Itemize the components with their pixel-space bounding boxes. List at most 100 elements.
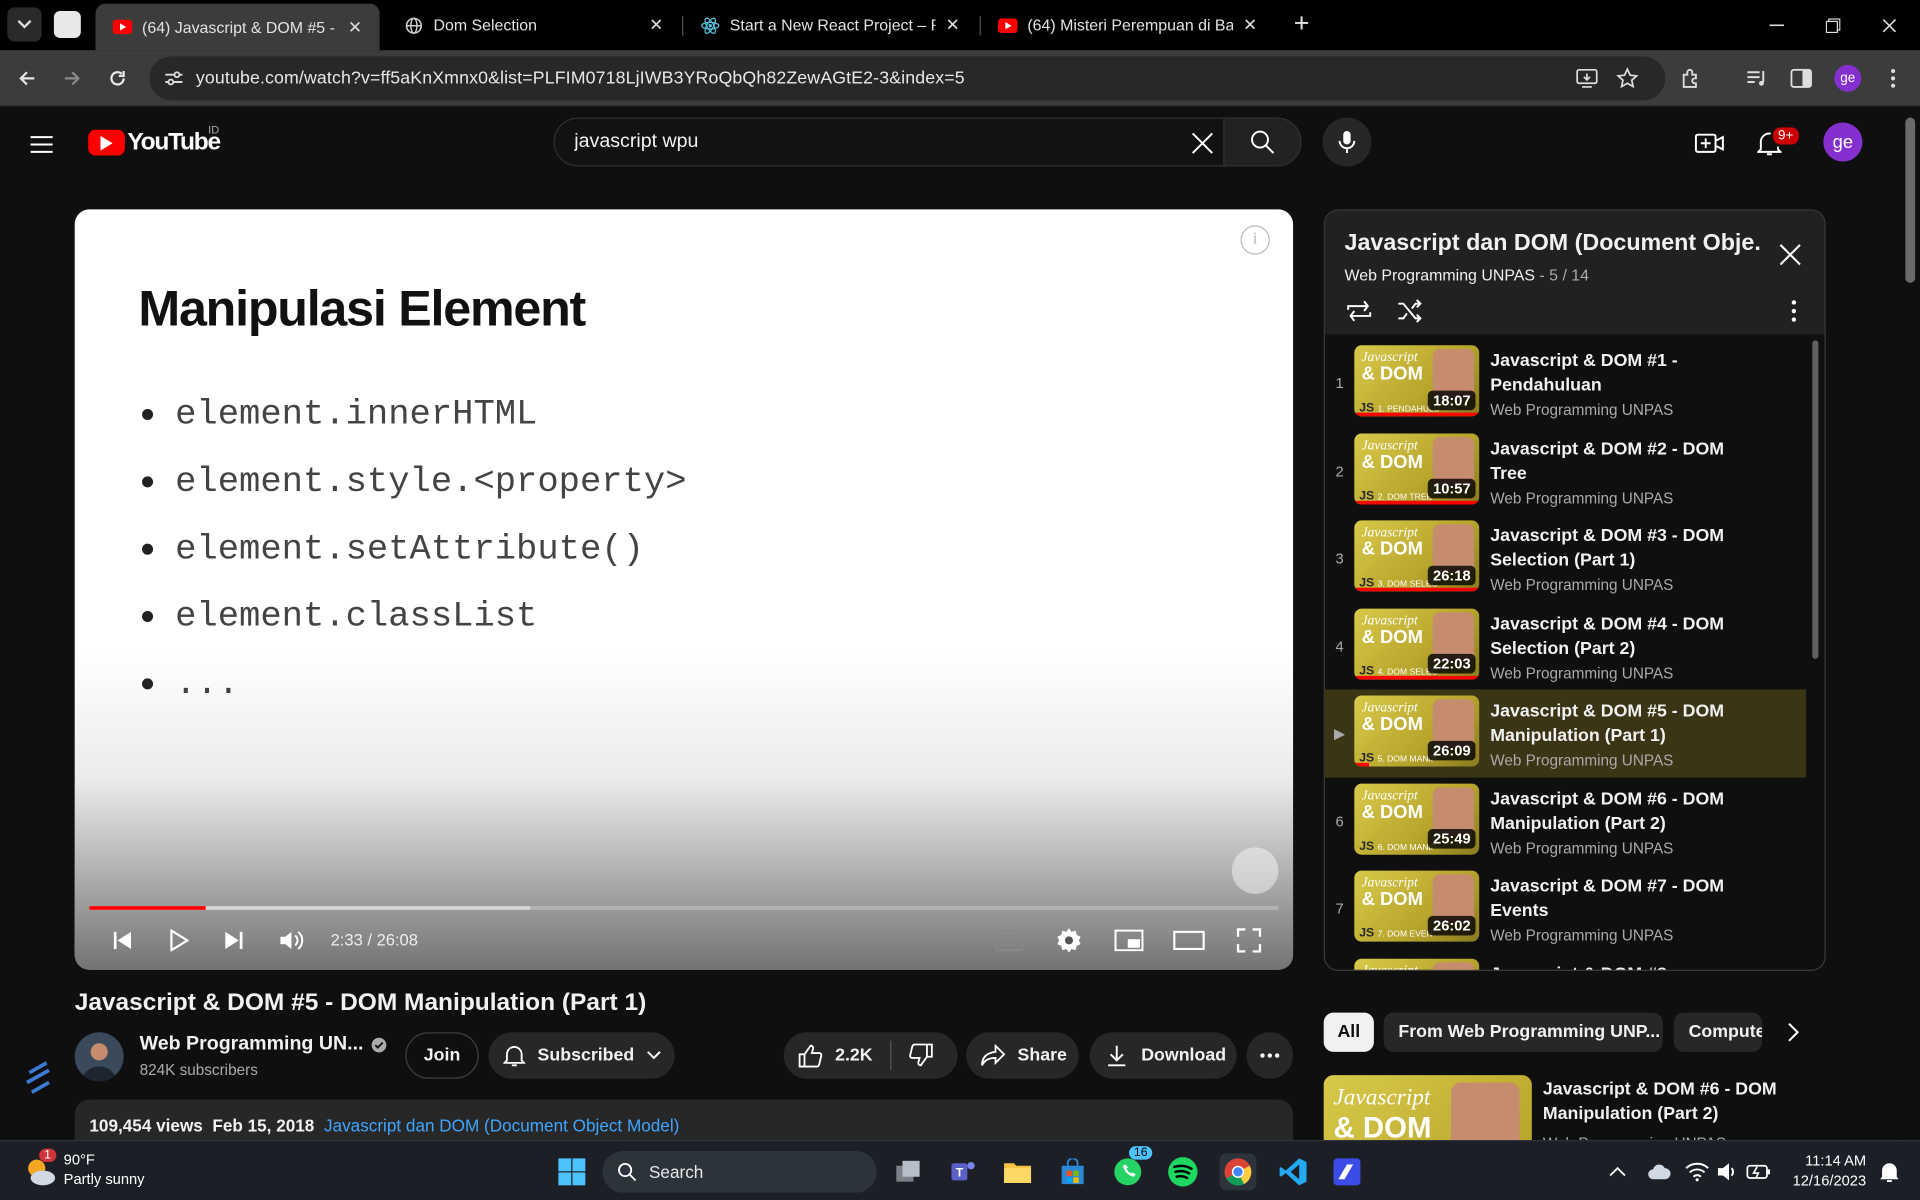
playlist-item[interactable]: 1 Javascript & DOM JS 1. PENDAHULU 18:07 Java… (1325, 339, 1806, 427)
task-view-icon[interactable] (890, 1153, 927, 1190)
playlist-item[interactable]: ▶ Javascript & DOM JS 5. DOM MANIP 26:09 Java… (1324, 689, 1807, 777)
back-button[interactable] (10, 61, 44, 95)
playlist-item[interactable]: 7 Javascript & DOM JS 7. DOM EVEN 26:02 Javas… (1325, 864, 1806, 952)
previous-video-button[interactable] (102, 922, 144, 959)
tab-react-docs[interactable]: Start a New React Project – Rea ✕ (683, 5, 977, 45)
browser-profile-avatar[interactable]: ge (1834, 64, 1862, 92)
chips-next-icon[interactable] (1778, 1020, 1807, 1044)
loop-playlist-icon[interactable] (1345, 296, 1374, 325)
floating-app-icon[interactable] (24, 1060, 53, 1094)
playlist-more-icon[interactable] (1779, 296, 1808, 325)
microsoft-store-icon[interactable] (1054, 1153, 1091, 1190)
recommended-thumbnail[interactable]: Javascript & DOM (1323, 1075, 1532, 1149)
youtube-logo[interactable]: YouTube ID (88, 124, 221, 157)
media-control-icon[interactable] (1740, 61, 1774, 95)
slide-title: Manipulasi Element (138, 280, 586, 337)
forward-button[interactable] (55, 61, 89, 95)
weather-widget[interactable]: 90°F Partly sunny (64, 1150, 145, 1189)
join-button[interactable]: Join (405, 1032, 479, 1079)
next-video-button[interactable] (213, 922, 255, 959)
chrome-menu-icon[interactable] (1876, 61, 1910, 95)
video-duration: 18:07 (1428, 390, 1476, 411)
chrome-taskbar-icon[interactable] (1219, 1153, 1257, 1191)
windows-start-icon[interactable] (553, 1153, 590, 1190)
playlist-title[interactable]: Javascript dan DOM (Document Obje... (1345, 230, 1761, 257)
search-input[interactable] (574, 131, 1163, 154)
play-button[interactable] (158, 922, 200, 959)
chip-from-channel[interactable]: From Web Programming UNP... (1383, 1012, 1663, 1052)
video-player[interactable]: Manipulasi Element element.innerHTML ele… (74, 209, 1294, 970)
power-automate-icon[interactable] (1329, 1153, 1366, 1190)
progress-bar[interactable] (89, 906, 1279, 910)
chip-all[interactable]: All (1323, 1012, 1374, 1052)
page-scrollbar[interactable] (1900, 107, 1920, 1141)
playlist-item[interactable]: 4 Javascript & DOM JS 4. DOM SELEC 22:03 Java… (1325, 602, 1806, 690)
tab-dom-selection[interactable]: Dom Selection ✕ (387, 5, 681, 45)
battery-icon[interactable] (1740, 1153, 1777, 1190)
file-explorer-icon[interactable] (999, 1153, 1036, 1190)
tab-youtube-video[interactable]: (64) Javascript & DOM #5 - DOM ✕ (95, 3, 380, 51)
tab-search-button[interactable] (7, 7, 42, 42)
taskbar-search[interactable]: Search (602, 1151, 877, 1193)
install-app-icon[interactable] (1570, 61, 1604, 95)
playlist-item[interactable]: 6 Javascript & DOM JS 6. DOM MANIP 25:49 Java… (1325, 777, 1806, 865)
extensions-icon[interactable] (1674, 61, 1708, 95)
subtitles-button[interactable]: CC (988, 922, 1030, 959)
close-tab-icon[interactable]: ✕ (345, 17, 365, 37)
show-hidden-icons-chevron[interactable] (1599, 1153, 1636, 1190)
account-avatar[interactable]: ge (1823, 122, 1863, 162)
cloud-sync-icon[interactable] (1641, 1153, 1678, 1190)
settings-button[interactable] (1048, 922, 1090, 959)
system-clock[interactable]: 11:14 AM 12/16/2023 (1785, 1151, 1867, 1190)
restore-button[interactable] (1805, 0, 1861, 50)
new-tab-button[interactable]: + (1288, 9, 1315, 39)
weather-icon[interactable]: 1 (22, 1148, 59, 1187)
playlist-scrollbar[interactable] (1812, 340, 1819, 659)
clear-search-icon[interactable] (1188, 129, 1217, 158)
subscribed-button[interactable]: Subscribed (488, 1032, 675, 1079)
playlist-item[interactable]: 2 Javascript & DOM JS 2. DOM TREE 10:57 Javas… (1325, 427, 1806, 515)
tab-group-icon[interactable] (53, 11, 81, 38)
channel-watermark[interactable] (1231, 847, 1279, 894)
more-actions-button[interactable] (1246, 1032, 1294, 1079)
theater-mode-button[interactable] (1168, 922, 1210, 959)
channel-avatar[interactable] (74, 1032, 124, 1082)
channel-name[interactable]: Web Programming UN... (140, 1033, 387, 1055)
close-tab-icon[interactable]: ✕ (647, 15, 667, 35)
create-video-icon[interactable] (1691, 125, 1728, 162)
chip-computer[interactable]: Compute (1673, 1012, 1763, 1052)
close-tab-icon[interactable]: ✕ (1240, 15, 1260, 35)
volume-button[interactable] (272, 922, 314, 959)
teams-icon[interactable]: T (944, 1153, 981, 1190)
voice-search-button[interactable] (1322, 117, 1372, 167)
like-button[interactable]: 2.2K (798, 1043, 873, 1068)
close-tab-icon[interactable]: ✕ (943, 15, 963, 35)
reload-button[interactable] (100, 61, 134, 95)
guide-menu-icon[interactable] (27, 130, 64, 159)
spotify-icon[interactable] (1164, 1153, 1201, 1190)
playlist-item[interactable]: Javascript& DOMJS Javascript & DOM #8 - … (1325, 952, 1806, 970)
whatsapp-icon[interactable]: 16 (1109, 1146, 1153, 1190)
address-bar[interactable]: youtube.com/watch?v=ff5aKnXmnx0&list=PLF… (149, 56, 1666, 101)
vscode-icon[interactable] (1275, 1153, 1312, 1190)
side-panel-icon[interactable] (1784, 61, 1818, 95)
shuffle-playlist-icon[interactable] (1395, 296, 1424, 325)
download-button[interactable]: Download (1089, 1032, 1237, 1079)
share-button[interactable]: Share (966, 1032, 1079, 1079)
playlist-channel[interactable]: Web Programming UNPAS (1345, 266, 1536, 284)
playlist-link[interactable]: Javascript dan DOM (Document Object Mode… (324, 1116, 679, 1136)
playlist-item[interactable]: 3 Javascript & DOM JS 3. DOM SELEC 26:18 Java… (1325, 514, 1806, 602)
dislike-button[interactable] (908, 1043, 933, 1067)
close-playlist-icon[interactable] (1776, 240, 1805, 269)
tab-youtube-misteri[interactable]: (64) Misteri Perempuan di Bawa ✕ (981, 5, 1275, 45)
site-info-icon[interactable] (157, 61, 191, 95)
notifications-icon[interactable] (1871, 1153, 1908, 1190)
bookmark-star-icon[interactable] (1610, 61, 1644, 95)
minimize-button[interactable] (1749, 0, 1805, 50)
playlist-item-title: Javascript & DOM #5 - DOM Manipulation (… (1490, 701, 1725, 746)
search-button[interactable] (1223, 117, 1302, 167)
info-icon[interactable]: i (1240, 225, 1270, 255)
fullscreen-button[interactable] (1228, 922, 1270, 959)
miniplayer-button[interactable] (1108, 922, 1150, 959)
close-window-button[interactable] (1861, 0, 1917, 50)
